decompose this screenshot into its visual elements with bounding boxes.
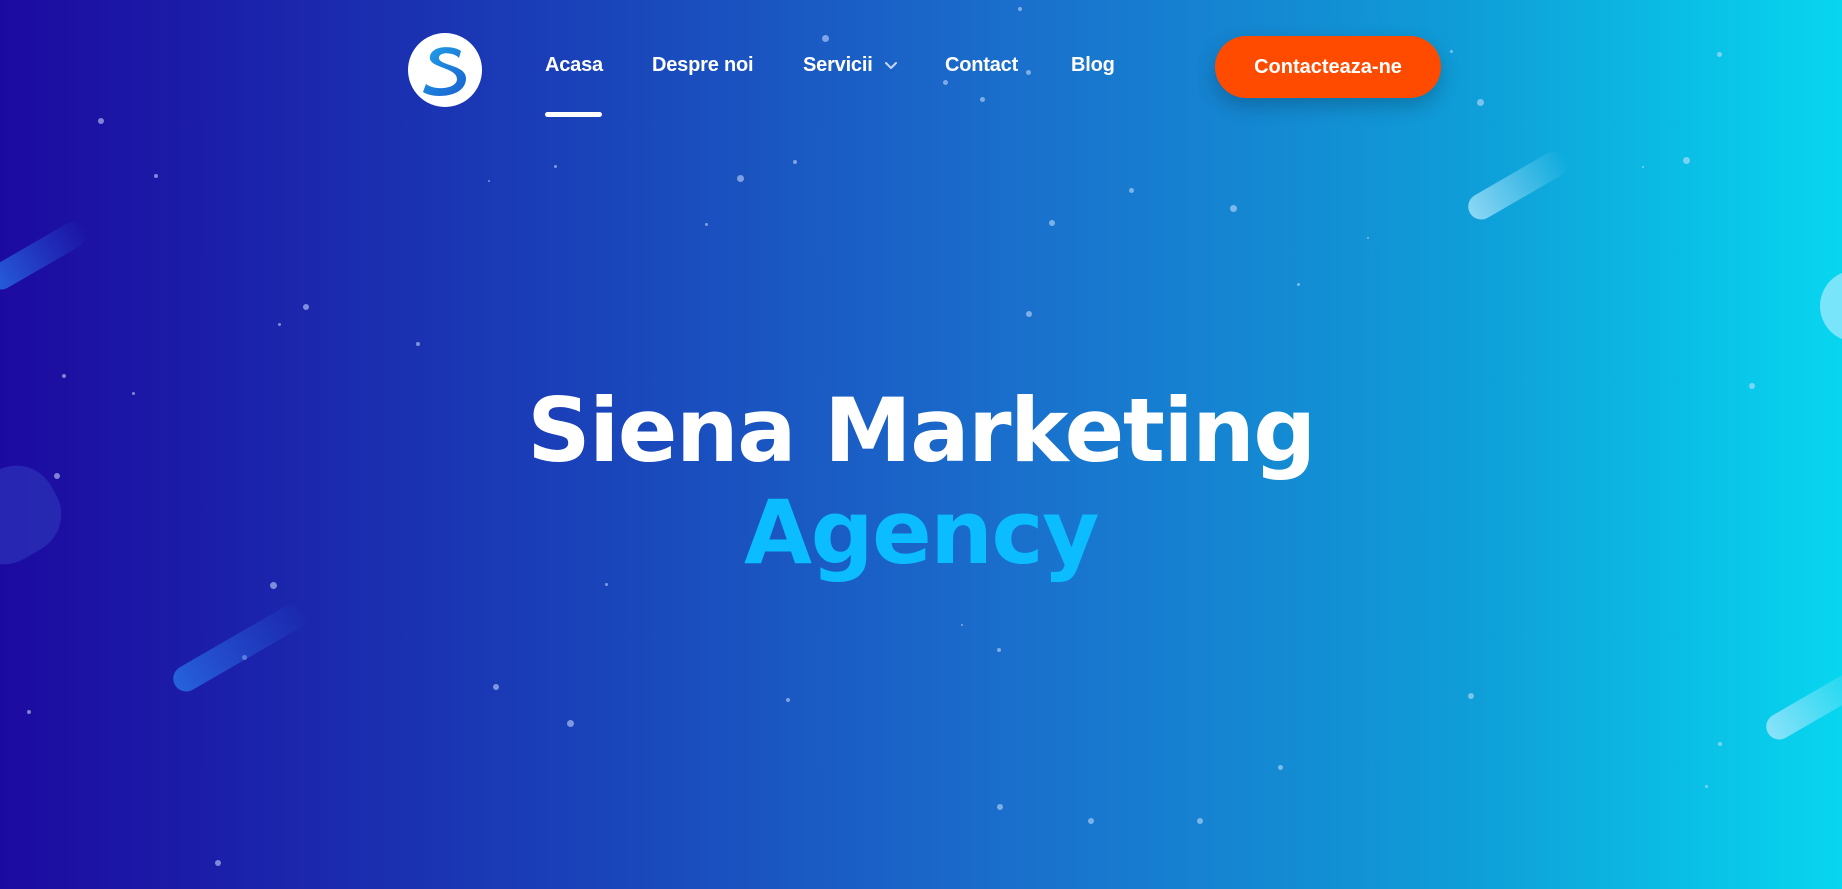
star-dot (554, 165, 557, 168)
hero-title-line-2: Agency (744, 481, 1099, 584)
nav-item-despre-noi[interactable]: Despre noi (652, 54, 754, 77)
star-dot (488, 180, 490, 182)
star-dot (1197, 818, 1203, 824)
star-dot (1049, 220, 1055, 226)
decorative-streak (0, 216, 92, 295)
nav-active-indicator (545, 112, 602, 117)
star-dot (786, 698, 790, 702)
star-dot (62, 374, 66, 378)
siena-s-logo-icon (423, 47, 467, 96)
star-dot (1718, 742, 1722, 746)
cta-label: Contacteaza-ne (1254, 55, 1402, 78)
contact-cta-button[interactable]: Contacteaza-ne (1215, 36, 1441, 98)
star-dot (278, 323, 281, 326)
star-dot (737, 175, 744, 182)
chevron-down-icon (884, 61, 897, 69)
star-dot (1088, 818, 1094, 824)
star-dot (1468, 693, 1474, 699)
nav-item-label: Servicii (803, 54, 873, 76)
hero-title-line-1: Siena Marketing (527, 379, 1316, 482)
star-dot (493, 684, 499, 690)
hero-headline: Siena Marketing Agency (0, 380, 1842, 584)
nav-item-label: Blog (1071, 54, 1115, 76)
nav-item-label: Despre noi (652, 54, 754, 76)
star-dot (997, 648, 1001, 652)
star-dot (997, 804, 1003, 810)
star-dot (1129, 188, 1134, 193)
star-dot (705, 223, 708, 226)
siena-logo[interactable] (408, 33, 482, 107)
star-dot (567, 720, 574, 727)
star-dot (154, 174, 158, 178)
star-dot (793, 160, 797, 164)
star-dot (1683, 157, 1690, 164)
nav-item-acasa[interactable]: Acasa (545, 54, 603, 77)
decorative-streak (168, 598, 312, 697)
nav-item-blog[interactable]: Blog (1071, 54, 1115, 77)
star-dot (1642, 166, 1644, 168)
hero-section: Acasa Despre noi Servicii Contact Blog C… (0, 0, 1842, 889)
nav-item-label: Contact (945, 54, 1019, 76)
star-dot (1230, 205, 1237, 212)
star-dot (1297, 283, 1300, 286)
star-dot (1278, 765, 1283, 770)
decorative-bubble (1820, 270, 1842, 342)
star-dot (961, 624, 963, 626)
star-dot (1705, 785, 1708, 788)
star-dot (1026, 311, 1032, 317)
decorative-streak (1463, 146, 1572, 225)
nav-item-servicii[interactable]: Servicii (803, 54, 898, 77)
star-dot (215, 860, 221, 866)
main-navbar: Acasa Despre noi Servicii Contact Blog C… (0, 0, 1842, 130)
nav-item-label: Acasa (545, 54, 603, 76)
star-dot (27, 710, 31, 714)
star-dot (1367, 237, 1369, 239)
star-dot (416, 342, 420, 346)
decorative-streak (1761, 661, 1842, 745)
nav-item-contact[interactable]: Contact (945, 54, 1018, 77)
star-dot (303, 304, 309, 310)
